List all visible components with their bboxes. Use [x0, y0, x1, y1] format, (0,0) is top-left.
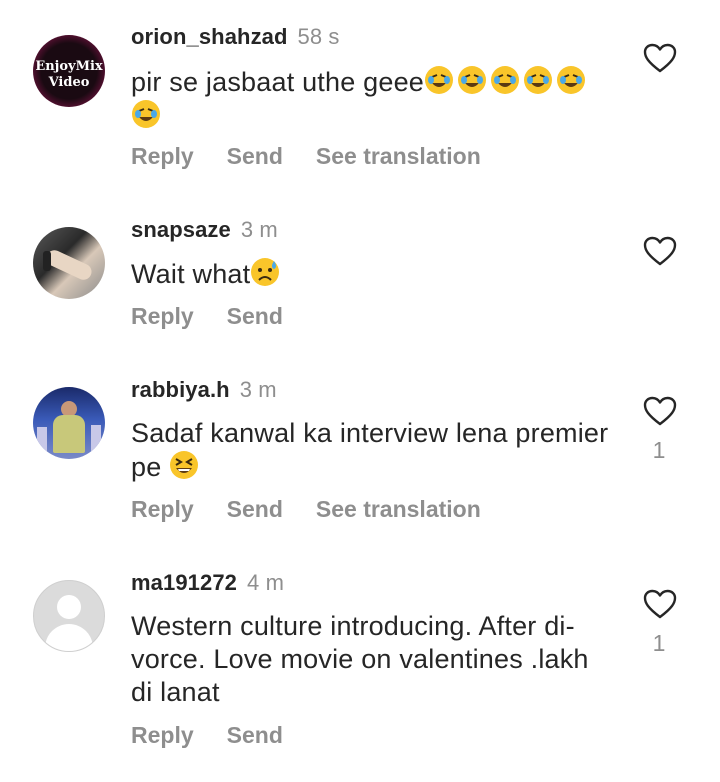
- avatar[interactable]: [33, 227, 105, 299]
- comment-item: ma191272 4 m Western culture introducing.…: [0, 555, 720, 782]
- avatar[interactable]: [33, 387, 105, 459]
- timestamp: 4 m: [247, 570, 284, 595]
- comment-text: Wait what: [131, 257, 631, 291]
- like-count: 1: [652, 630, 666, 656]
- heart-icon[interactable]: [643, 396, 677, 426]
- reply-button[interactable]: Reply: [131, 496, 194, 523]
- comment-item: EnjoyMix Video orion_shahzad 58 s pir se …: [0, 0, 720, 190]
- grinning-squint-emoji: [170, 451, 199, 479]
- comment-text: Western culture introducing. After di- v…: [131, 610, 631, 709]
- avatar-logo-text: Video: [48, 75, 90, 90]
- comment-text-line: Western culture introducing. After di-: [131, 611, 575, 641]
- send-button[interactable]: Send: [227, 143, 283, 170]
- comment-item: rabbiya.h 3 m Sadaf kanwal ka interview l…: [0, 360, 720, 555]
- comment-text: pir se jasbaat uthe geee: [131, 65, 631, 133]
- timestamp: 58 s: [297, 24, 340, 49]
- rofl-emoji: [557, 66, 586, 94]
- comment-actions: Reply Send: [131, 722, 316, 749]
- username[interactable]: rabbiya.h: [131, 377, 230, 402]
- like-count: 1: [652, 437, 666, 463]
- reply-button[interactable]: Reply: [131, 722, 194, 749]
- sad-sweat-emoji: [251, 258, 280, 286]
- comment-actions: Reply Send See translation: [131, 496, 514, 523]
- see-translation-button[interactable]: See translation: [316, 496, 481, 523]
- timestamp: 3 m: [240, 217, 278, 242]
- comment-item: snapsaze 3 m Wait what Reply Send: [0, 190, 720, 360]
- timestamp: 3 m: [239, 377, 277, 402]
- comment-text-line: pe: [131, 452, 162, 482]
- send-button[interactable]: Send: [227, 303, 283, 330]
- comment-text-line: vorce. Love movie on valentines .lakh: [131, 644, 589, 674]
- comment-text-line: di lanat: [131, 677, 220, 707]
- comment-text-content: Wait what: [131, 259, 251, 289]
- send-button[interactable]: Send: [227, 722, 283, 749]
- rofl-emoji: [132, 100, 160, 128]
- comment-text: Sadaf kanwal ka interview lena premier p…: [131, 417, 631, 484]
- heart-icon[interactable]: [643, 589, 677, 619]
- comment-text-line: Sadaf kanwal ka interview lena premier: [131, 418, 609, 448]
- comment-actions: Reply Send See translation: [131, 143, 514, 170]
- comment-actions: Reply Send: [131, 303, 316, 330]
- rofl-emoji: [491, 66, 520, 94]
- heart-icon[interactable]: [643, 43, 677, 73]
- reply-button[interactable]: Reply: [131, 303, 194, 330]
- username[interactable]: ma191272: [131, 570, 237, 595]
- avatar-logo-text: EnjoyMix: [35, 59, 103, 74]
- comment-text-content: pir se jasbaat uthe geee: [131, 67, 425, 97]
- send-button[interactable]: Send: [227, 496, 283, 523]
- rofl-emoji: [458, 66, 487, 94]
- username[interactable]: orion_shahzad: [131, 24, 288, 49]
- see-translation-button[interactable]: See translation: [316, 143, 481, 170]
- reply-button[interactable]: Reply: [131, 143, 194, 170]
- rofl-emoji: [425, 66, 454, 94]
- avatar[interactable]: [33, 580, 105, 652]
- username[interactable]: snapsaze: [131, 217, 231, 242]
- heart-icon[interactable]: [643, 236, 677, 266]
- rofl-emoji: [524, 66, 553, 94]
- avatar[interactable]: EnjoyMix Video: [33, 35, 105, 107]
